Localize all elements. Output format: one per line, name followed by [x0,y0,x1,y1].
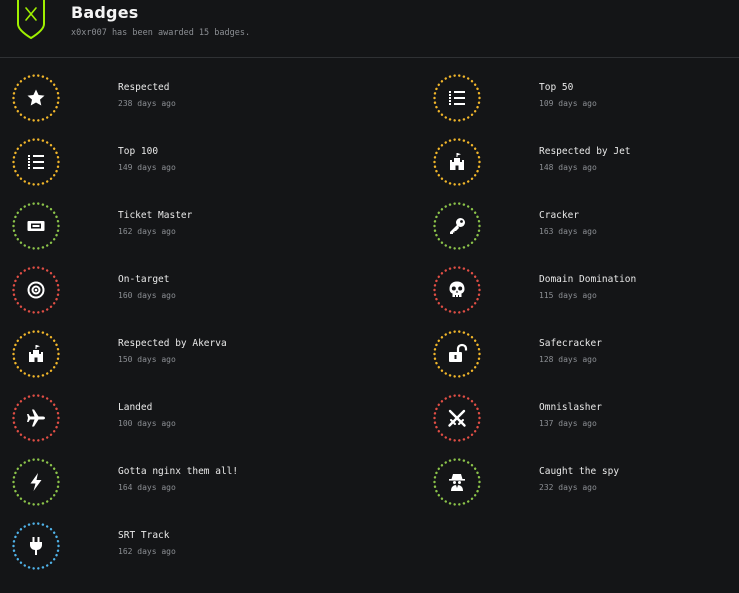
plane-icon [27,409,45,427]
bolt-icon [30,473,42,491]
badge-name: Domain Domination [539,274,637,285]
badge-name: Landed [118,402,153,413]
badge-item[interactable]: Ticket Master 162 days ago [12,202,312,256]
badge-ring [12,330,60,378]
badge-ring [433,266,481,314]
badge-awarded-time: 115 days ago [539,291,597,300]
castle-icon [29,345,43,362]
badge-awarded-time: 128 days ago [539,355,597,364]
plug-icon [30,537,42,555]
castle-icon [450,153,464,170]
list-icon [449,91,465,105]
badge-name: Cracker [539,210,580,221]
key-icon [450,218,465,234]
badge-name: Gotta nginx them all! [118,466,239,477]
badge-item[interactable]: On-target 160 days ago [12,266,312,320]
badge-item[interactable]: Cracker 163 days ago [433,202,733,256]
badge-name: Ticket Master [118,210,193,221]
badges-header: Badges x0xr007 has been awarded 15 badge… [0,0,739,58]
badge-awarded-time: 162 days ago [118,547,176,556]
badge-awarded-time: 160 days ago [118,291,176,300]
star-icon [27,89,45,106]
target-icon [27,281,45,299]
badge-item[interactable]: Caught the spy 232 days ago [433,458,733,512]
badge-awarded-time: 137 days ago [539,419,597,428]
badge-item[interactable]: Omnislasher 137 days ago [433,394,733,448]
badge-item[interactable]: Gotta nginx them all! 164 days ago [12,458,312,512]
badge-ring [433,138,481,186]
list-icon [28,155,44,169]
badge-item[interactable]: Domain Domination 115 days ago [433,266,733,320]
badge-awarded-time: 148 days ago [539,163,597,172]
spy-icon [449,474,465,491]
header-divider [0,57,739,58]
skull-icon [449,281,465,297]
badge-ring [12,266,60,314]
badge-ring [12,458,60,506]
badge-awarded-time: 238 days ago [118,99,176,108]
badge-awarded-time: 150 days ago [118,355,176,364]
badge-ring [433,202,481,250]
badge-ring [433,330,481,378]
shield-x-icon [16,0,46,40]
badge-name: Respected [118,82,170,93]
badge-name: Top 50 [539,82,574,93]
badge-name: Respected by Akerva [118,338,227,349]
badge-ring [12,74,60,122]
badges-panel: Badges x0xr007 has been awarded 15 badge… [0,0,739,593]
badge-ring [12,394,60,442]
badge-ring [12,522,60,570]
badge-item[interactable]: Respected by Jet 148 days ago [433,138,733,192]
badge-item[interactable]: Safecracker 128 days ago [433,330,733,384]
badge-awarded-time: 163 days ago [539,227,597,236]
badge-name: Omnislasher [539,402,602,413]
badge-ring [12,202,60,250]
badge-awarded-time: 100 days ago [118,419,176,428]
badge-item[interactable]: Top 50 109 days ago [433,74,733,128]
badge-name: Top 100 [118,146,159,157]
badge-ring [12,138,60,186]
badge-name: Respected by Jet [539,146,631,157]
badge-name: Caught the spy [539,466,620,477]
badge-awarded-time: 162 days ago [118,227,176,236]
swords-icon [448,409,466,427]
badge-count-text: x0xr007 has been awarded 15 badges. [71,28,251,38]
badge-awarded-time: 232 days ago [539,483,597,492]
badge-item[interactable]: Respected by Akerva 150 days ago [12,330,312,384]
badge-name: Safecracker [539,338,602,349]
unlock-icon [449,343,468,362]
badge-awarded-time: 149 days ago [118,163,176,172]
badge-name: SRT Track [118,530,170,541]
badge-ring [433,74,481,122]
badge-item[interactable]: Landed 100 days ago [12,394,312,448]
badge-item[interactable]: SRT Track 162 days ago [12,522,312,576]
badge-ring [433,394,481,442]
page-title: Badges [71,3,139,22]
badge-item[interactable]: Respected 238 days ago [12,74,312,128]
ticket-icon [27,221,45,231]
badge-name: On-target [118,274,170,285]
badge-item[interactable]: Top 100 149 days ago [12,138,312,192]
badge-awarded-time: 109 days ago [539,99,597,108]
badge-ring [433,458,481,506]
badge-awarded-time: 164 days ago [118,483,176,492]
